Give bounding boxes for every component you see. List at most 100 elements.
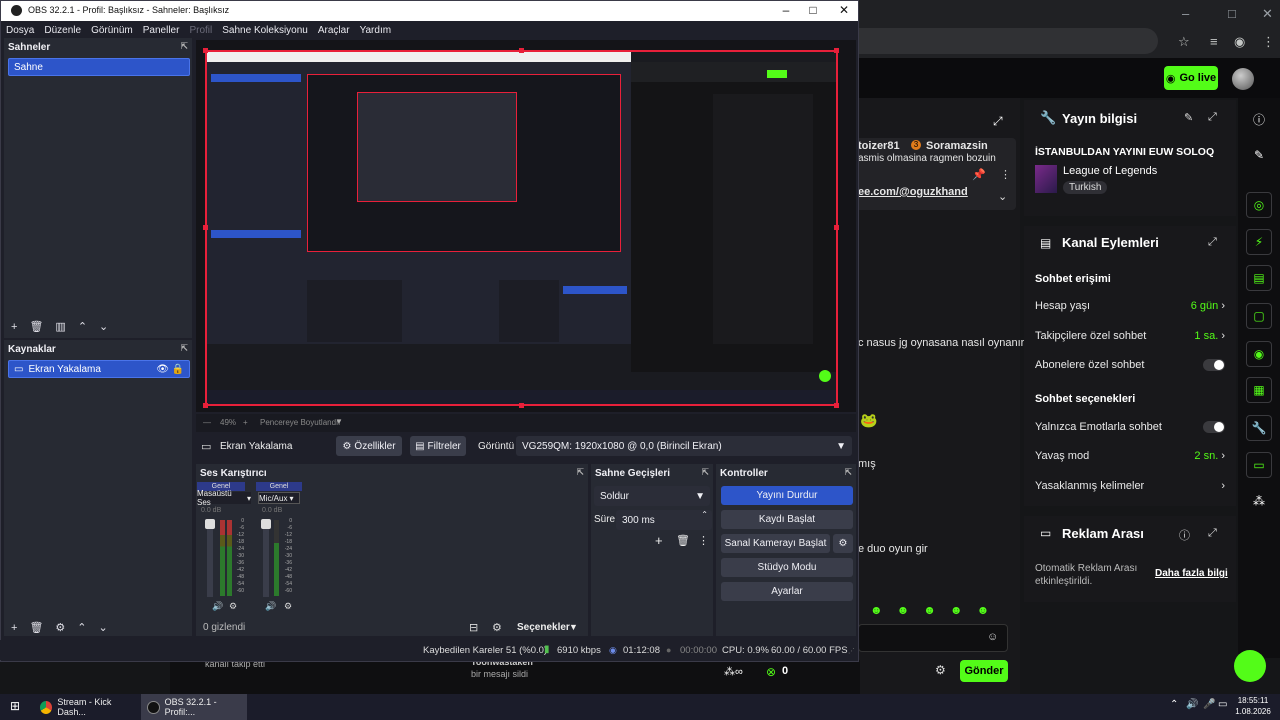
emote-icon[interactable]: ☻ bbox=[950, 603, 963, 617]
fit-to-window-button[interactable]: Pencereye Boyutlandır bbox=[260, 418, 341, 427]
tools-icon[interactable]: 🔧 bbox=[1246, 415, 1272, 441]
slow-mode-row[interactable]: Yavaş mod 2 sn. › bbox=[1035, 450, 1225, 462]
advanced-audio-icon[interactable]: ⚙ bbox=[492, 621, 502, 634]
remove-transition-icon[interactable]: 🗑 bbox=[676, 534, 690, 547]
info-icon[interactable]: ⓘ bbox=[1179, 527, 1190, 543]
chevron-down-icon[interactable]: ⌄ bbox=[998, 190, 1007, 203]
add-scene-icon[interactable]: + bbox=[11, 321, 17, 333]
more-icon[interactable]: ⋮ bbox=[1000, 168, 1011, 181]
resize-grip-icon[interactable]: ⋰ bbox=[848, 647, 855, 655]
emote-icon[interactable]: ☻ bbox=[870, 603, 883, 617]
subs-chat-toggle[interactable] bbox=[1203, 359, 1225, 371]
clip-icon[interactable]: ◎ bbox=[1246, 192, 1272, 218]
followers-chat-row[interactable]: Takipçilere özel sohbet 1 sa. › bbox=[1035, 330, 1225, 342]
maximize-button[interactable]: □ bbox=[798, 3, 828, 17]
move-down-icon[interactable]: ⌄ bbox=[99, 621, 108, 634]
popout-icon[interactable]: ⤢ bbox=[1208, 111, 1217, 124]
network-icon[interactable]: ▭ bbox=[1218, 699, 1227, 710]
menu-dosya[interactable]: Dosya bbox=[1, 21, 39, 39]
source-item[interactable]: ▭ Ekran Yakalama 👁 🔒 bbox=[8, 360, 190, 378]
media-control-icon[interactable]: ≡ bbox=[1210, 34, 1218, 49]
browser-close-button[interactable]: ✕ bbox=[1262, 6, 1273, 22]
menu-sahne-koleksiyonu[interactable]: Sahne Koleksiyonu bbox=[217, 21, 313, 39]
stop-stream-button[interactable]: Yayını Durdur bbox=[721, 486, 853, 505]
browser-minimize-button[interactable]: – bbox=[1182, 6, 1189, 21]
screen-capture-preview[interactable] bbox=[205, 50, 838, 406]
minimize-button[interactable]: – bbox=[771, 3, 801, 17]
taskbar-clock[interactable]: 18:55:11 1.08.2026 bbox=[1232, 695, 1274, 717]
channel1-select[interactable]: Masaüstü Ses ▾ bbox=[197, 489, 251, 507]
go-live-button[interactable]: ◉ Go live bbox=[1164, 66, 1218, 90]
taskbar-chrome[interactable]: Stream - Kick Dash... bbox=[34, 694, 138, 720]
resize-handle[interactable] bbox=[203, 403, 208, 408]
chat-username[interactable]: toizer81 bbox=[858, 140, 900, 152]
bookmark-star-icon[interactable]: ☆ bbox=[1178, 34, 1190, 50]
duration-spinbox[interactable]: 300 ms ⌃ bbox=[616, 510, 712, 530]
undock-icon[interactable]: ⇱ bbox=[701, 467, 709, 478]
resize-handle[interactable] bbox=[203, 225, 208, 230]
speaker-icon[interactable]: 🔊 bbox=[265, 601, 276, 612]
obs-title-bar[interactable]: OBS 32.2.1 - Profil: Başlıksız - Sahnele… bbox=[1, 1, 858, 21]
visibility-eye-icon[interactable]: 👁 bbox=[156, 364, 169, 375]
windows-start-icon[interactable]: ⊞ bbox=[10, 699, 20, 713]
remove-scene-icon[interactable]: 🗑 bbox=[29, 320, 43, 333]
chevron-down-icon[interactable]: ▼ bbox=[335, 417, 343, 426]
move-up-icon[interactable]: ⌃ bbox=[77, 621, 86, 634]
zoom-in-icon[interactable]: + bbox=[243, 418, 248, 427]
resize-handle[interactable] bbox=[834, 403, 839, 408]
start-virtual-camera-button[interactable]: Sanal Kamerayı Başlat bbox=[721, 534, 830, 553]
menu-profil[interactable]: Profil bbox=[184, 21, 217, 39]
settings-button[interactable]: Ayarlar bbox=[721, 582, 853, 601]
add-source-icon[interactable]: + bbox=[11, 622, 17, 634]
banned-words-row[interactable]: Yasaklanmış kelimeler › bbox=[1035, 480, 1225, 492]
move-down-icon[interactable]: ⌄ bbox=[99, 320, 108, 333]
close-button[interactable]: ✕ bbox=[829, 3, 859, 17]
edit-icon[interactable]: ✎ bbox=[1184, 111, 1193, 124]
chat-input[interactable] bbox=[858, 624, 1008, 652]
resize-handle[interactable] bbox=[834, 48, 839, 53]
channel-menu-icon[interactable]: ⚙ bbox=[229, 601, 237, 612]
virtual-camera-settings-button[interactable]: ⚙ bbox=[833, 534, 853, 553]
emote-icon[interactable]: ☻ bbox=[923, 603, 936, 617]
move-up-icon[interactable]: ⌃ bbox=[78, 320, 87, 333]
layout-icon[interactable]: ▦ bbox=[1246, 377, 1272, 403]
browser-menu-icon[interactable]: ⋮ bbox=[1262, 34, 1275, 50]
volume-slider-handle[interactable] bbox=[261, 519, 271, 529]
scene-item[interactable]: Sahne bbox=[8, 58, 190, 76]
learn-more-link[interactable]: Daha fazla bilgi bbox=[1155, 568, 1228, 579]
menu-paneller[interactable]: Paneller bbox=[138, 21, 185, 39]
source-settings-icon[interactable]: ⚙ bbox=[55, 621, 65, 634]
volume-icon[interactable]: 🔊 bbox=[1186, 699, 1198, 710]
menu-yardim[interactable]: Yardım bbox=[355, 21, 397, 39]
filters-button[interactable]: ▤ Filtreler bbox=[410, 436, 466, 456]
options-button[interactable]: Seçenekler bbox=[517, 622, 570, 633]
transition-select[interactable]: Soldur ▼ bbox=[594, 486, 710, 506]
chevron-down-icon[interactable]: ▼ bbox=[569, 622, 578, 632]
speaker-icon[interactable]: 🔊 bbox=[212, 601, 223, 612]
scene-filters-icon[interactable]: ▥ bbox=[55, 320, 65, 333]
properties-button[interactable]: ⚙ Özellikler bbox=[336, 436, 402, 456]
layout-toggle-icon[interactable]: ⊟ bbox=[469, 621, 478, 634]
undock-icon[interactable]: ⇱ bbox=[844, 467, 852, 478]
menu-araclar[interactable]: Araçlar bbox=[313, 21, 355, 39]
taskbar-obs[interactable]: OBS 32.2.1 - Profil:... bbox=[141, 694, 247, 720]
pin-icon[interactable]: 📌 bbox=[972, 168, 986, 181]
notes-icon[interactable]: ▤ bbox=[1246, 265, 1272, 291]
info-icon[interactable]: ⓘ bbox=[1246, 106, 1272, 132]
avatar[interactable] bbox=[1232, 68, 1254, 90]
remove-source-icon[interactable]: 🗑 bbox=[29, 621, 43, 634]
menu-gorunum[interactable]: Görünüm bbox=[86, 21, 138, 39]
channel2-select[interactable]: Mic/Aux ▾ bbox=[258, 492, 300, 504]
popout-icon[interactable]: ⤢ bbox=[1208, 527, 1217, 540]
start-recording-button[interactable]: Kaydı Başlat bbox=[721, 510, 853, 529]
zoom-out-icon[interactable]: — bbox=[203, 418, 211, 427]
emoji-picker-icon[interactable]: ☺ bbox=[987, 631, 998, 643]
account-age-row[interactable]: Hesap yaşı 6 gün › bbox=[1035, 300, 1225, 312]
popout-icon[interactable]: ⤢ bbox=[1208, 236, 1217, 249]
profile-icon[interactable]: ◉ bbox=[1234, 34, 1245, 50]
mic-icon[interactable]: 🎤 bbox=[1203, 699, 1215, 710]
address-bar[interactable] bbox=[858, 28, 1158, 54]
chat-username[interactable]: Soramazsin bbox=[926, 140, 988, 152]
emote-icon[interactable]: ☻ bbox=[977, 603, 990, 617]
volume-slider-handle[interactable] bbox=[205, 519, 215, 529]
